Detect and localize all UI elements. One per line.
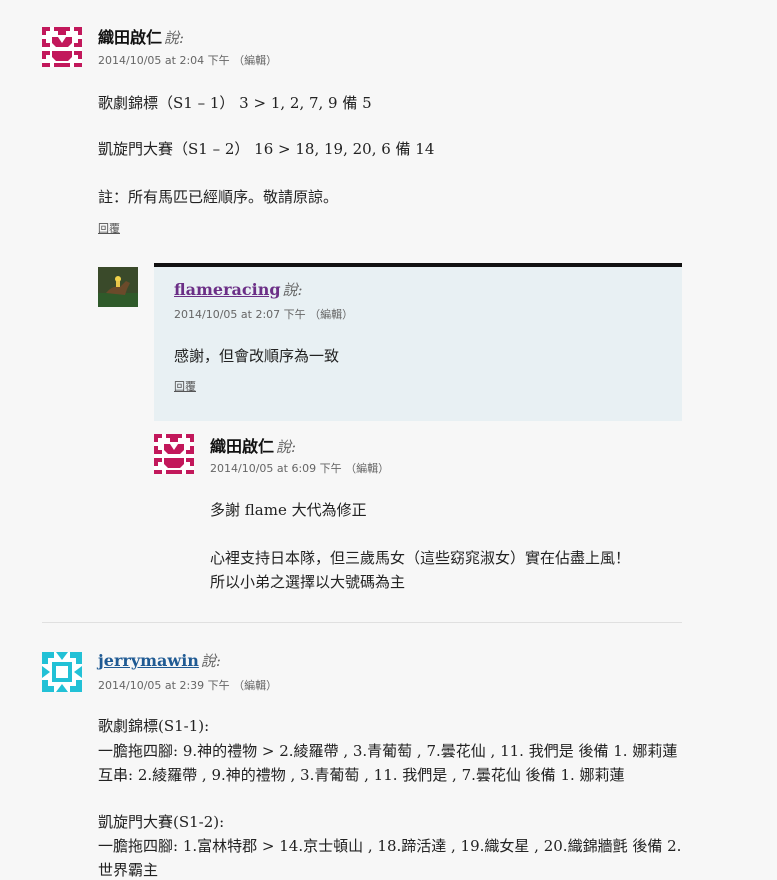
says-label: 說:: [276, 438, 297, 456]
comment-meta[interactable]: 2014/10/05 at 2:39 下午 （編輯）: [98, 677, 277, 693]
author-name[interactable]: 織田啟仁: [98, 28, 162, 47]
comment-line: 凱旋門大賽（S1 – 2） 16 > 18, 19, 20, 6 備 14: [98, 140, 435, 158]
comment-line: 感謝，但會改順序為一致: [174, 347, 340, 365]
comment-meta[interactable]: 2014/10/05 at 2:04 下午 （編輯）: [98, 52, 277, 68]
author-name[interactable]: jerrymawin: [98, 651, 199, 670]
comment-header: 織田啟仁 說:: [98, 24, 184, 48]
comment-meta[interactable]: 2014/10/05 at 2:07 下午 （編輯）: [174, 306, 353, 322]
comment-line: 歌劇錦標(S1-1):: [98, 717, 210, 735]
comment-header: jerrymawin 說:: [98, 650, 221, 671]
reply-link[interactable]: 回覆: [174, 378, 196, 394]
comment-line: 世界霸主: [98, 861, 159, 879]
comment-line: 一膽拖四腳: 1.富林特郡 > 14.京士頓山 , 18.蹄活達 , 19.織女…: [98, 837, 682, 855]
comment-line: 互串: 2.綾羅帶 , 9.神的禮物 , 3.青葡萄 , 11. 我們是 , 7…: [98, 766, 625, 784]
reply-link[interactable]: 回覆: [98, 220, 120, 236]
comment-line: 凱旋門大賽(S1-2):: [98, 813, 225, 831]
comment-line: 所以小弟之選擇以大號碼為主: [210, 573, 406, 591]
comment-line: 一膽拖四腳: 9.神的禮物 > 2.綾羅帶 , 3.青葡萄 , 7.曇花仙 , …: [98, 742, 678, 760]
comment: 織田啟仁 說: 2014/10/05 at 2:04 下午 （編輯） 歌劇錦標（S…: [0, 0, 777, 260]
comment-line: 多謝 flame 大代為修正: [210, 501, 367, 519]
comment-meta[interactable]: 2014/10/05 at 6:09 下午 （編輯）: [210, 460, 389, 476]
identicon-avatar-icon: [154, 434, 194, 474]
comment-line: 註：所有馬匹已經順序。敬請原諒。: [98, 188, 339, 206]
says-label: 說:: [282, 281, 303, 299]
says-label: 說:: [200, 652, 221, 670]
author-name[interactable]: 織田啟仁: [210, 437, 274, 456]
divider: [42, 622, 682, 623]
identicon-avatar-icon: [42, 27, 82, 67]
says-label: 說:: [164, 29, 185, 47]
comment-header: flameracing 說:: [174, 279, 303, 300]
comment-line: 心裡支持日本隊，但三歲馬女（這些窈窕淑女）實在佔盡上風！: [210, 549, 631, 567]
comment-line: 歌劇錦標（S1 – 1） 3 > 1, 2, 7, 9 備 5: [98, 94, 372, 112]
author-name[interactable]: flameracing: [174, 280, 281, 299]
identicon-avatar-icon: [42, 652, 82, 692]
comment-header: 織田啟仁 說:: [210, 433, 296, 457]
horse-photo-avatar-icon: [98, 267, 138, 307]
